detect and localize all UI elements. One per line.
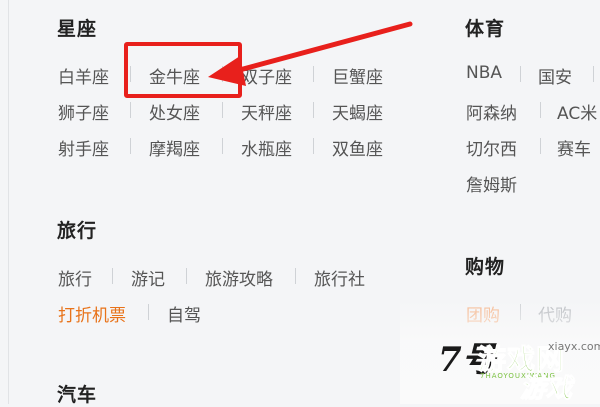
separator <box>540 102 541 118</box>
watermark-url: xiayx.com <box>548 340 600 353</box>
left-panel-divider <box>8 0 9 404</box>
section-title-tiyu: 体育 <box>465 18 506 40</box>
link-shuiping[interactable]: 水瓶座 <box>241 135 292 160</box>
link-zijia[interactable]: 自驾 <box>167 301 201 326</box>
section-title-lvxing: 旅行 <box>57 220 98 242</box>
link-mojie[interactable]: 摩羯座 <box>149 135 200 160</box>
link-shuangzi[interactable]: 双子座 <box>241 63 292 88</box>
separator <box>148 304 149 320</box>
link-nba[interactable]: NBA <box>466 63 502 83</box>
link-lvyougonglue[interactable]: 旅游攻略 <box>205 265 273 290</box>
link-lvxingshe[interactable]: 旅行社 <box>314 265 365 290</box>
link-chunv[interactable]: 处女座 <box>149 99 200 124</box>
separator <box>222 102 223 118</box>
highlight-box <box>124 42 242 98</box>
separator <box>593 66 594 82</box>
separator <box>313 102 314 118</box>
separator <box>520 66 521 82</box>
link-sheshou[interactable]: 射手座 <box>58 135 109 160</box>
section-title-gouwu: 购物 <box>465 256 506 278</box>
link-guoan[interactable]: 国安 <box>538 63 572 88</box>
separator <box>313 138 314 154</box>
link-arsenal[interactable]: 阿森纳 <box>466 99 517 124</box>
separator <box>222 138 223 154</box>
separator <box>540 138 541 154</box>
link-juxie[interactable]: 巨蟹座 <box>332 63 383 88</box>
link-chelsea[interactable]: 切尔西 <box>466 135 517 160</box>
link-acmilan[interactable]: AC米 <box>557 99 597 124</box>
link-james[interactable]: 詹姆斯 <box>466 171 517 196</box>
link-tianxie[interactable]: 天蝎座 <box>332 99 383 124</box>
link-tiancheng[interactable]: 天秤座 <box>241 99 292 124</box>
section-title-xingzuo: 星座 <box>57 18 98 40</box>
link-shizi[interactable]: 狮子座 <box>58 99 109 124</box>
link-saiche[interactable]: 赛车 <box>557 135 591 160</box>
separator <box>313 66 314 82</box>
separator <box>112 268 113 284</box>
separator <box>130 138 131 154</box>
link-youji[interactable]: 游记 <box>131 265 165 290</box>
separator <box>186 268 187 284</box>
section-title-qiche: 汽车 <box>57 384 98 406</box>
watermark-game: 游戏 <box>519 374 573 405</box>
link-lvxing[interactable]: 旅行 <box>58 265 92 290</box>
separator <box>130 102 131 118</box>
link-dazhejipiao[interactable]: 打折机票 <box>58 301 126 326</box>
separator <box>295 268 296 284</box>
link-shuangyu[interactable]: 双鱼座 <box>332 135 383 160</box>
link-baiyang[interactable]: 白羊座 <box>58 63 109 88</box>
